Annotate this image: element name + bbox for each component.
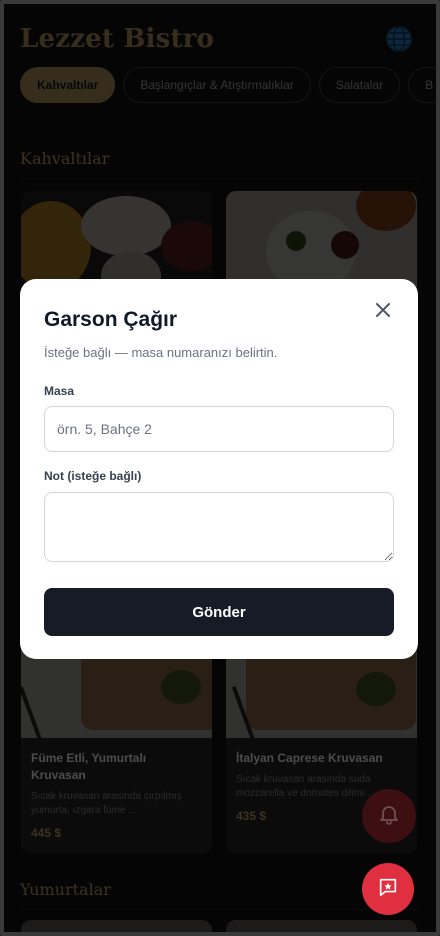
note-label: Not (isteğe bağlı) — [44, 469, 142, 483]
note-textarea[interactable] — [44, 492, 394, 562]
table-input[interactable] — [44, 406, 394, 452]
close-icon[interactable] — [370, 297, 396, 323]
waiter-call-icon — [377, 876, 399, 903]
call-waiter-modal: Garson Çağır İsteğe bağlı — masa numaran… — [20, 279, 418, 659]
submit-button[interactable]: Gönder — [44, 588, 394, 636]
table-label: Masa — [44, 384, 75, 398]
call-waiter-button[interactable] — [362, 863, 414, 915]
modal-title: Garson Çağır — [44, 308, 178, 331]
modal-subtitle: İsteğe bağlı — masa numaranızı belirtin. — [44, 345, 278, 360]
